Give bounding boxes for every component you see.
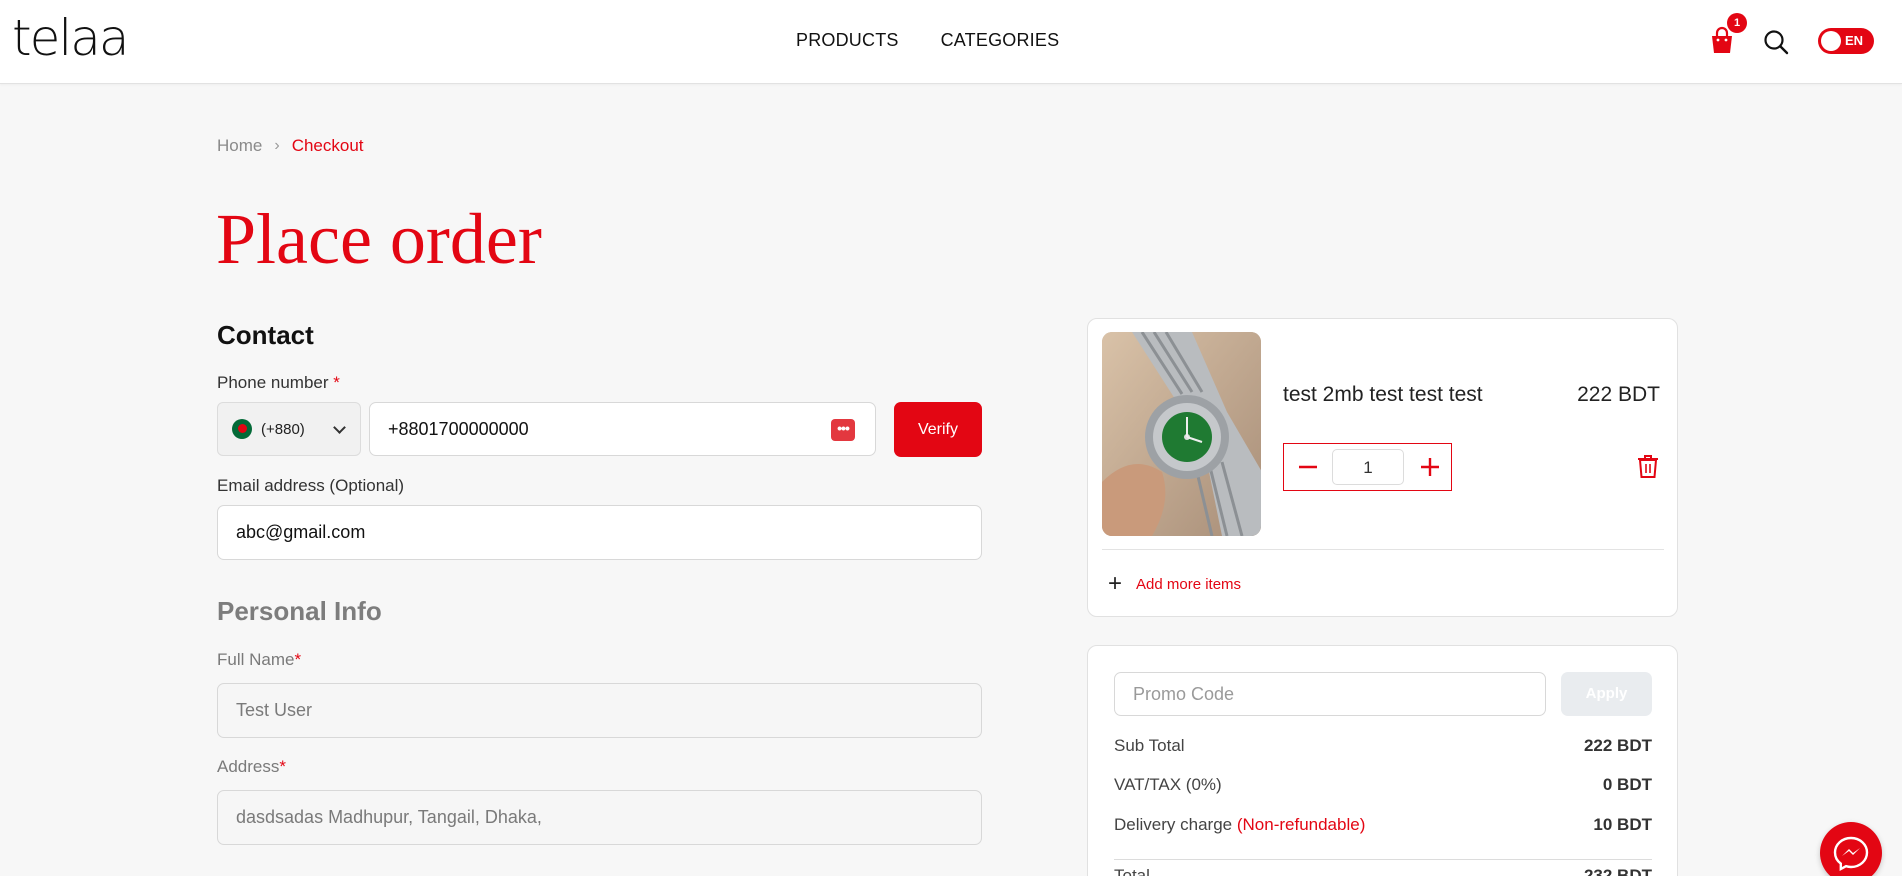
site-logo[interactable]: telaa <box>12 10 130 66</box>
add-more-items-label: Add more items <box>1136 575 1242 593</box>
language-label: EN <box>1845 33 1864 48</box>
phone-input[interactable]: +8801700000000 ••• <box>369 402 876 456</box>
subtotal-value: 222 BDT <box>1583 736 1652 755</box>
non-refundable-note: (Non-refundable) <box>1236 815 1366 834</box>
minus-icon[interactable] <box>1294 453 1322 481</box>
bangladesh-flag-icon <box>232 419 252 439</box>
product-image <box>1102 332 1261 536</box>
total-label: Total <box>1114 866 1150 876</box>
plus-icon[interactable] <box>1416 453 1444 481</box>
divider <box>1102 549 1664 550</box>
cart-count-badge: 1 <box>1727 13 1747 33</box>
total-row: Total 232 BDT <box>1114 866 1652 876</box>
full-name-label-text: Full Name <box>217 650 295 669</box>
breadcrumb-home[interactable]: Home <box>217 136 262 156</box>
phone-label: Phone number * <box>217 373 340 393</box>
chevron-down-icon <box>333 421 346 434</box>
page-title: Place order <box>216 199 542 279</box>
apply-promo-button[interactable]: Apply <box>1561 672 1652 716</box>
breadcrumb-current: Checkout <box>291 136 364 155</box>
quantity-input[interactable]: 1 <box>1332 449 1404 485</box>
add-more-items-button[interactable]: + Add more items <box>1108 570 1242 597</box>
nav-categories[interactable]: CATEGORIES <box>941 30 1060 51</box>
address-input[interactable]: dasdsadas Madhupur, Tangail, Dhaka, <box>217 790 982 845</box>
contact-heading: Contact <box>217 320 314 350</box>
breadcrumb: Home › Checkout <box>217 136 364 156</box>
country-code: (+880) <box>261 420 305 438</box>
country-code-select[interactable]: (+880) <box>217 402 361 456</box>
delivery-charge-row: Delivery charge (Non-refundable) 10 BDT <box>1114 815 1652 835</box>
divider <box>1114 859 1652 860</box>
address-label-text: Address <box>217 757 280 776</box>
email-value: abc@gmail.com <box>236 522 366 542</box>
delivery-label-text: Delivery charge <box>1114 815 1233 834</box>
chevron-right-icon: › <box>274 137 280 154</box>
main-nav: PRODUCTS CATEGORIES <box>796 30 1059 51</box>
required-mark: * <box>279 757 286 776</box>
subtotal-label: Sub Total <box>1114 736 1185 755</box>
personal-info-heading: Personal Info <box>217 596 382 626</box>
email-label: Email address (Optional) <box>217 476 405 495</box>
quantity-stepper: 1 <box>1283 443 1452 491</box>
order-summary-card: Promo Code Apply Sub Total 222 BDT VAT/T… <box>1087 645 1678 876</box>
delivery-value: 10 BDT <box>1593 815 1652 834</box>
phone-label-text: Phone number <box>217 373 329 392</box>
messenger-chat-button[interactable] <box>1820 822 1882 876</box>
address-value: dasdsadas Madhupur, Tangail, Dhaka, <box>236 807 542 827</box>
full-name-input[interactable]: Test User <box>217 683 982 738</box>
nav-products[interactable]: PRODUCTS <box>796 30 899 51</box>
trash-icon[interactable] <box>1636 453 1660 479</box>
vat-label: VAT/TAX (0%) <box>1114 775 1222 794</box>
vat-value: 0 BDT <box>1602 775 1652 794</box>
subtotal-row: Sub Total 222 BDT <box>1114 736 1652 756</box>
address-label: Address* <box>217 757 286 777</box>
watch-image <box>1102 332 1261 536</box>
email-input[interactable]: abc@gmail.com <box>217 505 982 560</box>
product-price: 222 BDT <box>1577 383 1660 406</box>
full-name-label: Full Name* <box>217 650 301 670</box>
vat-row: VAT/TAX (0%) 0 BDT <box>1114 775 1652 795</box>
site-header: telaa PRODUCTS CATEGORIES 1 EN <box>0 0 1902 84</box>
required-mark: * <box>333 373 340 392</box>
phone-value: +8801700000000 <box>388 418 529 439</box>
language-toggle[interactable]: EN <box>1818 28 1874 54</box>
product-name[interactable]: test 2mb test test test <box>1283 383 1483 407</box>
password-manager-icon[interactable]: ••• <box>831 419 855 441</box>
search-icon[interactable] <box>1762 28 1790 56</box>
cart-item-card: test 2mb test test test 222 BDT 1 + Add … <box>1087 318 1678 617</box>
toggle-knob <box>1821 31 1841 51</box>
plus-icon: + <box>1108 570 1123 597</box>
messenger-icon <box>1833 836 1869 872</box>
verify-button[interactable]: Verify <box>894 402 982 457</box>
required-mark: * <box>294 650 302 669</box>
total-value: 232 BDT <box>1583 866 1652 876</box>
full-name-value: Test User <box>236 700 313 720</box>
promo-code-input[interactable]: Promo Code <box>1114 672 1546 716</box>
delivery-label: Delivery charge (Non-refundable) <box>1114 815 1365 835</box>
